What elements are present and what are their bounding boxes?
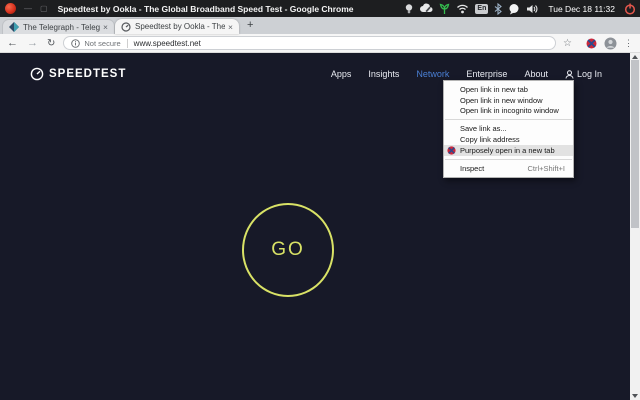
purposely-extension-icon[interactable] — [586, 38, 597, 49]
profile-avatar[interactable] — [604, 37, 617, 50]
menu-item-label: Inspect — [460, 163, 485, 173]
window-title: Speedtest by Ookla - The Global Broadban… — [57, 3, 354, 14]
tab-strip: The Telegraph - Telegraph Onli × Speedte… — [0, 17, 640, 34]
screen: — ▢ Speedtest by Ookla - The Global Broa… — [0, 0, 640, 400]
menu-item-label: Save link as... — [460, 124, 507, 134]
window-minimize-icon[interactable]: — — [24, 0, 32, 17]
menu-separator — [445, 119, 572, 121]
scrollbar-up-icon[interactable] — [632, 55, 638, 59]
menu-item-shortcut: Ctrl+Shift+I — [527, 163, 565, 173]
plant-indicator-icon[interactable] — [439, 3, 450, 15]
system-clock[interactable]: Tue Dec 18 11:32 — [548, 4, 615, 14]
nav-login[interactable]: Log In — [565, 69, 602, 79]
tab-telegraph[interactable]: The Telegraph - Telegraph Onli × — [2, 19, 115, 34]
telegraph-favicon — [9, 22, 19, 32]
logo-text: SPEEDTEST — [49, 68, 127, 80]
omnibox-divider — [126, 38, 128, 48]
new-tab-button[interactable]: + — [247, 18, 253, 33]
tab-speedtest[interactable]: Speedtest by Ookla - The Globa × — [115, 19, 239, 34]
menu-item-open-new-tab[interactable]: Open link in new tab — [444, 84, 573, 95]
gauge-icon — [30, 67, 44, 81]
nav-insights[interactable]: Insights — [368, 69, 399, 79]
chat-notification-icon[interactable] — [508, 3, 520, 15]
reload-icon[interactable]: ↻ — [47, 38, 55, 49]
person-icon — [565, 69, 574, 79]
browser-menu-icon[interactable]: ⋮ — [624, 38, 633, 49]
menu-item-save-link-as[interactable]: Save link as... — [444, 123, 573, 134]
address-bar[interactable]: Not secure www.speedtest.net — [63, 36, 557, 50]
site-nav: Apps Insights Network Enterprise About L… — [331, 69, 602, 79]
nav-apps[interactable]: Apps — [331, 69, 352, 79]
lightbulb-icon[interactable] — [404, 3, 414, 15]
purposely-extension-icon — [447, 146, 456, 155]
cloud-sync-icon[interactable] — [420, 3, 433, 14]
tab-close-icon[interactable]: × — [103, 22, 108, 32]
window-close-button[interactable] — [5, 3, 16, 14]
keyboard-layout-indicator[interactable]: En — [475, 3, 489, 14]
menu-item-open-incognito[interactable]: Open link in incognito window — [444, 106, 573, 117]
menu-item-label: Purposely open in a new tab — [460, 145, 555, 155]
nav-network[interactable]: Network — [416, 69, 449, 79]
scrollbar-thumb[interactable] — [631, 60, 639, 228]
forward-icon[interactable]: → — [27, 34, 38, 53]
speedtest-logo[interactable]: SPEEDTEST — [30, 67, 126, 81]
scrollbar-down-icon[interactable] — [632, 394, 638, 398]
power-icon[interactable] — [624, 3, 636, 15]
menu-item-copy-link-address[interactable]: Copy link address — [444, 134, 573, 145]
url-text[interactable]: www.speedtest.net — [134, 39, 201, 48]
menu-item-inspect[interactable]: Inspect Ctrl+Shift+I — [444, 163, 573, 174]
menu-item-label: Open link in new tab — [460, 84, 528, 94]
page-scrollbar[interactable] — [630, 53, 640, 400]
menu-item-open-new-window[interactable]: Open link in new window — [444, 95, 573, 106]
nav-about[interactable]: About — [524, 69, 548, 79]
tab-title: The Telegraph - Telegraph Onli — [23, 22, 101, 32]
tab-close-icon[interactable]: × — [228, 22, 233, 32]
menu-item-purposely-open[interactable]: Purposely open in a new tab — [444, 144, 573, 156]
bluetooth-icon[interactable] — [494, 2, 503, 15]
info-icon[interactable] — [71, 38, 81, 48]
security-label: Not secure — [84, 38, 121, 48]
go-button[interactable]: GO — [242, 203, 334, 297]
speedtest-favicon — [121, 21, 131, 32]
window-maximize-icon[interactable]: ▢ — [40, 0, 48, 17]
menu-separator — [445, 158, 572, 160]
nav-login-label: Log In — [576, 69, 602, 79]
toolbar-right: ☆ ⋮ — [563, 37, 633, 50]
menu-item-label: Open link in new window — [460, 95, 543, 105]
nav-enterprise[interactable]: Enterprise — [466, 69, 507, 79]
tab-title: Speedtest by Ookla - The Globa — [135, 22, 226, 31]
link-context-menu: Open link in new tab Open link in new wi… — [443, 80, 574, 178]
site-header: SPEEDTEST Apps Insights Network Enterpri… — [0, 53, 640, 81]
go-label: GO — [271, 239, 305, 260]
wifi-icon[interactable] — [456, 3, 469, 14]
bookmark-star-icon[interactable]: ☆ — [563, 38, 572, 49]
menu-item-label: Open link in incognito window — [460, 106, 559, 116]
back-icon[interactable]: ← — [7, 34, 18, 53]
menu-item-label: Copy link address — [460, 135, 520, 145]
system-tray: En Tue Dec 18 11:32 — [404, 2, 640, 15]
volume-icon[interactable] — [526, 3, 539, 15]
system-bar: — ▢ Speedtest by Ookla - The Global Broa… — [0, 0, 640, 17]
browser-toolbar: ← → ↻ Not secure www.speedtest.net ☆ ⋮ — [0, 34, 640, 53]
